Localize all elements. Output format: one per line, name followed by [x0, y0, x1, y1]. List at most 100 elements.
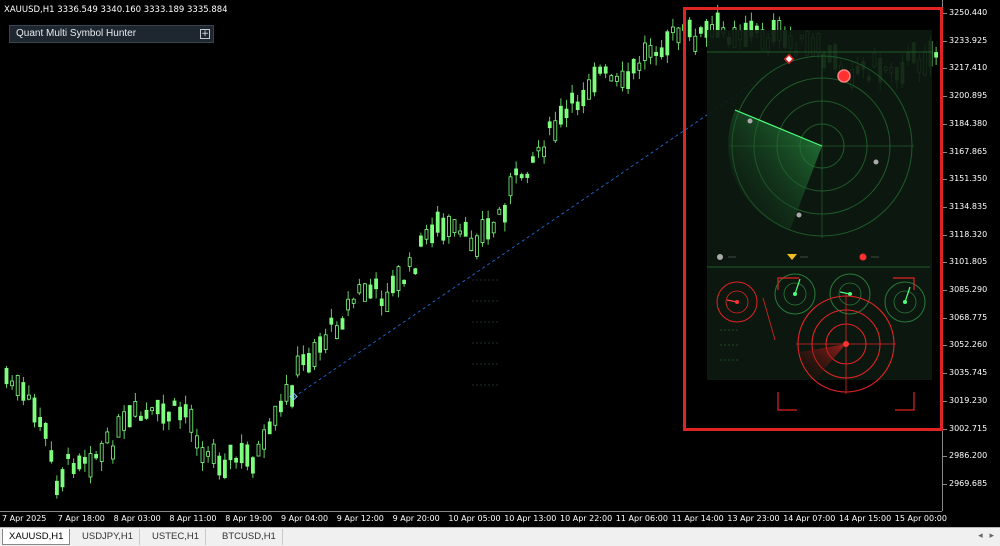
time-label: 8 Apr 19:00 — [225, 514, 273, 523]
candle — [463, 216, 468, 237]
candle — [519, 172, 524, 181]
candle — [211, 439, 216, 469]
price-tick — [943, 290, 947, 291]
price-scale[interactable]: 3250.440 3233.925 3217.410 3200.895 3184.380… — [942, 0, 1000, 511]
candle — [374, 272, 379, 299]
price-label: 3068.775 — [949, 312, 988, 322]
candle — [671, 18, 675, 41]
price-label: 3035.745 — [949, 368, 988, 378]
price-label: 2986.200 — [949, 451, 988, 461]
candle — [643, 35, 647, 70]
candle — [575, 94, 580, 116]
candle — [43, 421, 48, 447]
candle — [38, 407, 42, 432]
tab-ustec-h1[interactable]: USTEC,H1 — [146, 529, 206, 545]
tab-usdjpy-h1[interactable]: USDJPY,H1 — [76, 529, 141, 545]
candle — [329, 308, 334, 332]
candle — [172, 397, 177, 406]
time-label: 8 Apr 11:00 — [169, 514, 217, 523]
candle — [94, 450, 98, 461]
candle — [508, 172, 513, 205]
candle — [32, 393, 37, 428]
candle — [469, 230, 474, 252]
price-label: 3101.805 — [949, 257, 988, 267]
candle — [200, 441, 205, 471]
time-label: 11 Apr 14:00 — [671, 514, 724, 523]
candle — [323, 328, 328, 354]
candle — [194, 428, 199, 456]
candle — [66, 447, 70, 465]
candle — [480, 210, 485, 247]
candle — [486, 210, 491, 245]
candle — [648, 38, 653, 65]
candle — [21, 376, 26, 406]
candle — [474, 233, 479, 260]
price-tick — [943, 151, 947, 153]
candle — [138, 411, 143, 422]
candle — [676, 27, 681, 51]
price-label: 3019.230 — [949, 395, 988, 405]
price-tick — [943, 123, 947, 125]
candle — [222, 453, 227, 480]
price-label: 2969.685 — [949, 478, 988, 488]
price-tick — [943, 345, 947, 347]
candle — [654, 46, 658, 66]
price-tick — [943, 68, 947, 70]
time-label: 15 Apr 00:00 — [894, 514, 947, 523]
candle — [312, 339, 317, 370]
candle — [250, 456, 255, 478]
candle — [435, 205, 440, 237]
panel-title: Quant Multi Symbol Hunter — [16, 28, 137, 39]
price-tick — [943, 179, 947, 181]
candle — [178, 401, 183, 429]
candle — [547, 116, 552, 136]
candle — [564, 99, 569, 128]
price-tick — [943, 206, 947, 208]
candle — [615, 73, 619, 87]
candle — [502, 202, 507, 232]
candle — [385, 282, 390, 313]
candle — [267, 418, 272, 435]
tab-btcusd-h1[interactable]: BTCUSD,H1 — [216, 529, 283, 545]
candle — [10, 375, 15, 390]
symbol-info-line: XAUUSD,H1 3336.549 3340.160 3333.189 333… — [4, 5, 228, 15]
candle — [144, 402, 149, 420]
candle — [357, 278, 362, 296]
candle — [83, 449, 87, 472]
candle — [620, 61, 625, 92]
price-label: 3184.380 — [949, 118, 988, 128]
candle — [183, 395, 188, 424]
candle — [273, 405, 278, 431]
plus-icon[interactable]: + — [200, 29, 210, 39]
candle — [278, 393, 283, 417]
candle — [659, 39, 664, 60]
candle — [626, 62, 630, 94]
price-label: 3250.440 — [949, 8, 988, 17]
tab-scroll-arrows-icon[interactable]: ◂ ▸ — [978, 531, 996, 541]
time-label: 7 Apr 2025 — [2, 514, 47, 523]
candle — [55, 475, 59, 499]
tab-xauusd-h1[interactable]: XAUUSD,H1 — [2, 529, 71, 545]
candle — [514, 161, 518, 184]
time-axis[interactable]: 7 Apr 2025 7 Apr 18:00 8 Apr 03:00 8 Apr 11… — [0, 511, 947, 528]
time-label: 14 Apr 07:00 — [783, 514, 836, 523]
price-tick — [943, 262, 947, 264]
candle — [525, 171, 530, 184]
candle — [245, 441, 250, 471]
time-label: 14 Apr 15:00 — [839, 514, 892, 523]
candle — [318, 332, 323, 361]
candle — [458, 223, 463, 238]
candle — [368, 278, 373, 300]
candle — [284, 374, 289, 406]
price-label: 3052.260 — [949, 340, 988, 350]
candle — [60, 467, 65, 492]
candle — [446, 214, 451, 244]
candle — [491, 221, 496, 238]
candle — [88, 446, 93, 484]
candle — [295, 346, 300, 378]
indicator-panel-header[interactable]: Quant Multi Symbol Hunter + — [9, 25, 214, 43]
time-label: 10 Apr 13:00 — [504, 514, 557, 523]
candle — [122, 405, 126, 440]
candle — [379, 290, 384, 316]
candle — [49, 441, 54, 464]
